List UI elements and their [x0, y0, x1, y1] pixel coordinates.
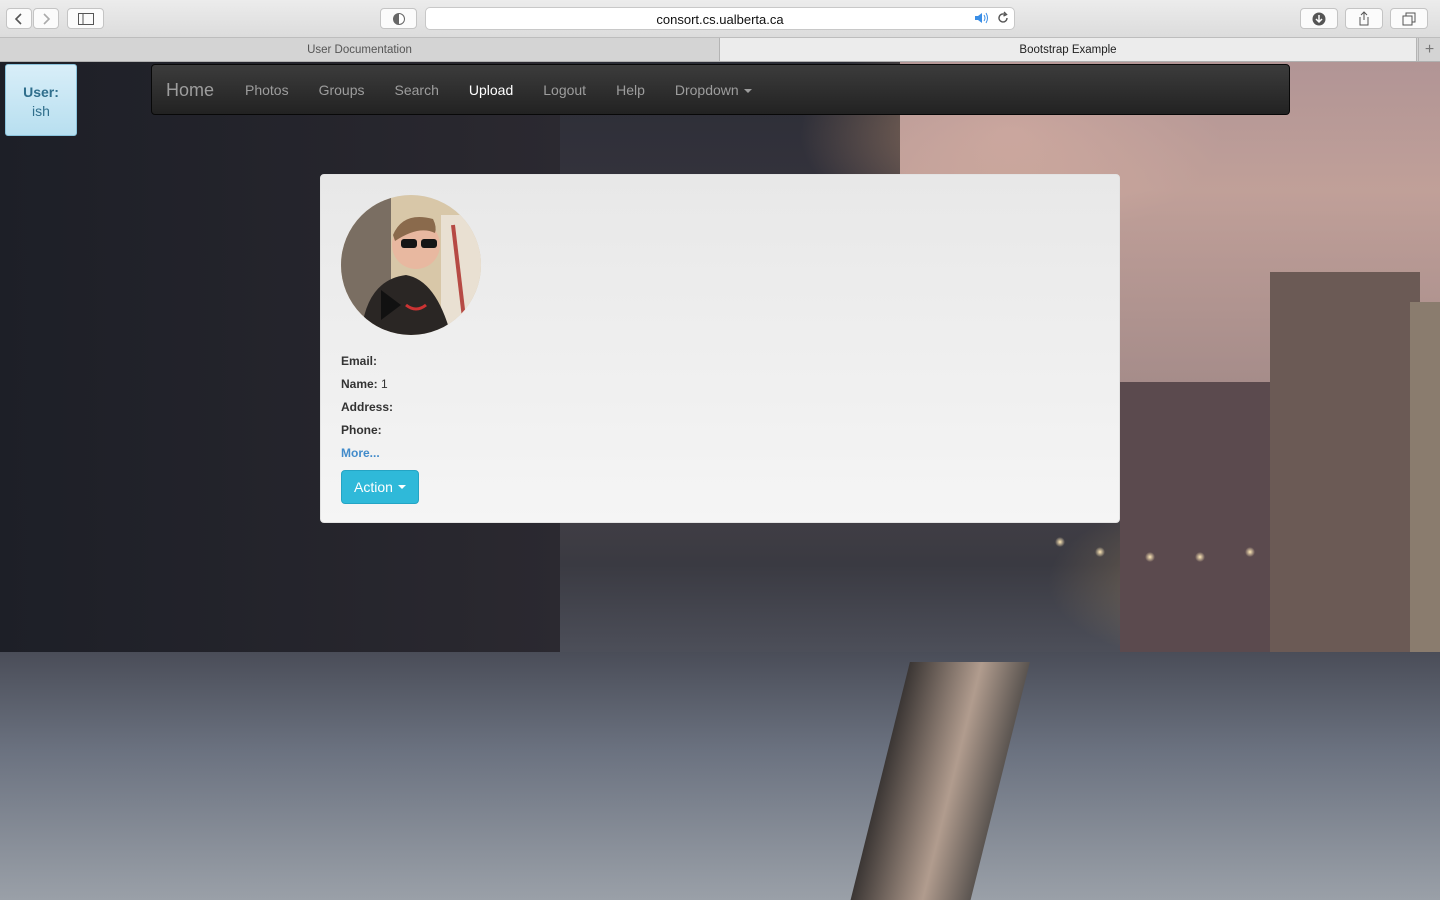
nav-item-help[interactable]: Help [601, 65, 660, 116]
nav-item-dropdown[interactable]: Dropdown [660, 65, 767, 116]
background-street-lights [1040, 532, 1270, 582]
back-button[interactable] [6, 8, 32, 29]
background-building [1120, 382, 1290, 662]
dropdown-label: Dropdown [674, 82, 739, 98]
avatar [341, 195, 481, 335]
navbar-menu: Photos Groups Search Upload Logout Help … [230, 65, 767, 116]
nav-item-groups[interactable]: Groups [304, 65, 380, 116]
profile-email-row: Email: [341, 354, 393, 377]
user-badge[interactable]: User: ish [5, 64, 77, 136]
profile-card: Email: Name: 1 Address: Phone: More... A… [320, 174, 1120, 523]
profile-phone-row: Phone: [341, 423, 393, 446]
more-link[interactable]: More... [341, 446, 380, 460]
new-tab-button[interactable]: + [1418, 38, 1440, 61]
share-button[interactable] [1345, 8, 1383, 29]
background-building [1410, 302, 1440, 662]
caret-down-icon [743, 89, 752, 94]
background-street [0, 652, 1440, 900]
address-bar[interactable]: consort.cs.ualberta.ca [425, 7, 1015, 30]
name-value: 1 [381, 377, 388, 391]
share-icon [1359, 11, 1369, 26]
nav-item-photos[interactable]: Photos [230, 65, 304, 116]
page-viewport: User: ish Home Photos Groups Search Uplo… [0, 62, 1440, 900]
nav-item-upload[interactable]: Upload [454, 65, 528, 116]
phone-label: Phone: [341, 423, 382, 437]
sidebar-button[interactable] [67, 8, 104, 29]
background-building [1270, 272, 1420, 692]
email-label: Email: [341, 354, 378, 368]
tabs-overview-button[interactable] [1390, 8, 1428, 29]
tab-bar: User Documentation Bootstrap Example + [0, 38, 1440, 62]
profile-more-row: More... [341, 446, 393, 469]
download-icon [1312, 12, 1326, 25]
address-label: Address: [341, 400, 394, 414]
nav-item-logout[interactable]: Logout [528, 65, 601, 116]
profile-name-row: Name: 1 [341, 377, 393, 400]
user-label: User: [23, 84, 59, 100]
plus-icon: + [1424, 40, 1435, 58]
forward-arrow-icon [43, 12, 51, 25]
navbar: Home Photos Groups Search Upload Logout … [151, 64, 1290, 115]
forward-button[interactable] [33, 8, 59, 29]
shield-icon [392, 12, 405, 25]
browser-toolbar: consort.cs.ualberta.ca [0, 0, 1440, 38]
profile-address-row: Address: [341, 400, 393, 423]
privacy-button[interactable] [380, 8, 417, 29]
profile-info: Email: Name: 1 Address: Phone: More... [341, 354, 393, 469]
sidebar-icon [77, 12, 94, 25]
action-label: Action [354, 479, 393, 495]
caret-down-icon [397, 485, 406, 489]
tabs-icon [1402, 12, 1416, 25]
url-text: consort.cs.ualberta.ca [656, 12, 784, 27]
back-arrow-icon [14, 12, 22, 25]
downloads-button[interactable] [1300, 8, 1338, 29]
action-dropdown-button[interactable]: Action [341, 470, 419, 504]
tab-user-documentation[interactable]: User Documentation [0, 38, 720, 61]
tab-bootstrap-example[interactable]: Bootstrap Example [720, 38, 1417, 61]
audio-icon[interactable] [974, 11, 990, 30]
navbar-brand-home[interactable]: Home [166, 80, 214, 101]
reload-icon[interactable] [996, 11, 1010, 30]
user-name: ish [32, 103, 50, 119]
nav-item-search[interactable]: Search [380, 65, 454, 116]
name-label: Name: [341, 377, 378, 391]
